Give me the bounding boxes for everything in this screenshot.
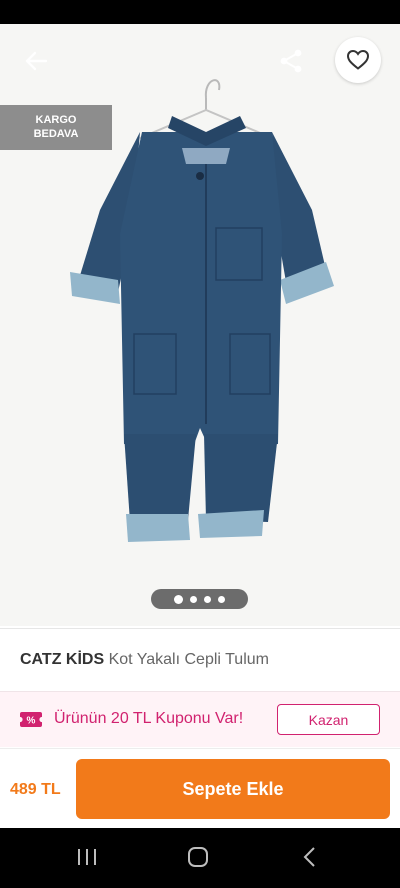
share-button[interactable] bbox=[274, 44, 308, 78]
product-price: 489 TL bbox=[10, 781, 61, 798]
badge-line-1: KARGO bbox=[35, 114, 77, 126]
product-title: CATZ KİDS Kot Yakalı Cepli Tulum bbox=[20, 651, 269, 669]
divider bbox=[0, 628, 400, 629]
back-button[interactable] bbox=[18, 46, 54, 76]
coupon-text: Ürünün 20 TL Kuponu Var! bbox=[54, 710, 244, 727]
recents-button[interactable] bbox=[72, 844, 102, 870]
product-detail-page: KARGO BEDAVA CATZ KİDS Kot Yakalı Cepli … bbox=[0, 0, 400, 888]
arrow-left-icon bbox=[25, 51, 48, 71]
home-button[interactable] bbox=[183, 844, 213, 870]
product-brand[interactable]: CATZ KİDS bbox=[20, 651, 104, 668]
free-shipping-badge: KARGO BEDAVA bbox=[0, 105, 112, 150]
add-to-cart-button[interactable]: Sepete Ekle bbox=[76, 759, 390, 819]
svg-text:%: % bbox=[27, 716, 36, 727]
buy-bar: 489 TL Sepete Ekle bbox=[0, 748, 400, 828]
nav-back-button[interactable] bbox=[295, 844, 325, 870]
status-bar bbox=[0, 0, 400, 24]
product-image-gallery[interactable]: KARGO BEDAVA bbox=[0, 24, 400, 626]
coupon-banner: % Ürünün 20 TL Kuponu Var! Kazan bbox=[0, 691, 400, 747]
home-icon bbox=[188, 847, 208, 867]
pager-dot[interactable] bbox=[218, 595, 225, 603]
product-name: Kot Yakalı Cepli Tulum bbox=[108, 651, 269, 668]
pager-dot[interactable] bbox=[204, 595, 211, 603]
favorite-button[interactable] bbox=[335, 37, 381, 83]
recents-icon bbox=[78, 849, 96, 865]
back-chevron-icon bbox=[303, 847, 315, 867]
coupon-percent-icon: % bbox=[20, 712, 42, 727]
system-nav-bar bbox=[0, 828, 400, 888]
claim-coupon-button[interactable]: Kazan bbox=[277, 704, 380, 735]
pager-dot[interactable] bbox=[190, 595, 197, 603]
image-pager[interactable] bbox=[151, 589, 248, 609]
heart-outline-icon bbox=[347, 50, 369, 70]
share-icon bbox=[280, 49, 302, 73]
badge-line-2: BEDAVA bbox=[33, 128, 79, 140]
pager-dot[interactable] bbox=[174, 594, 183, 604]
